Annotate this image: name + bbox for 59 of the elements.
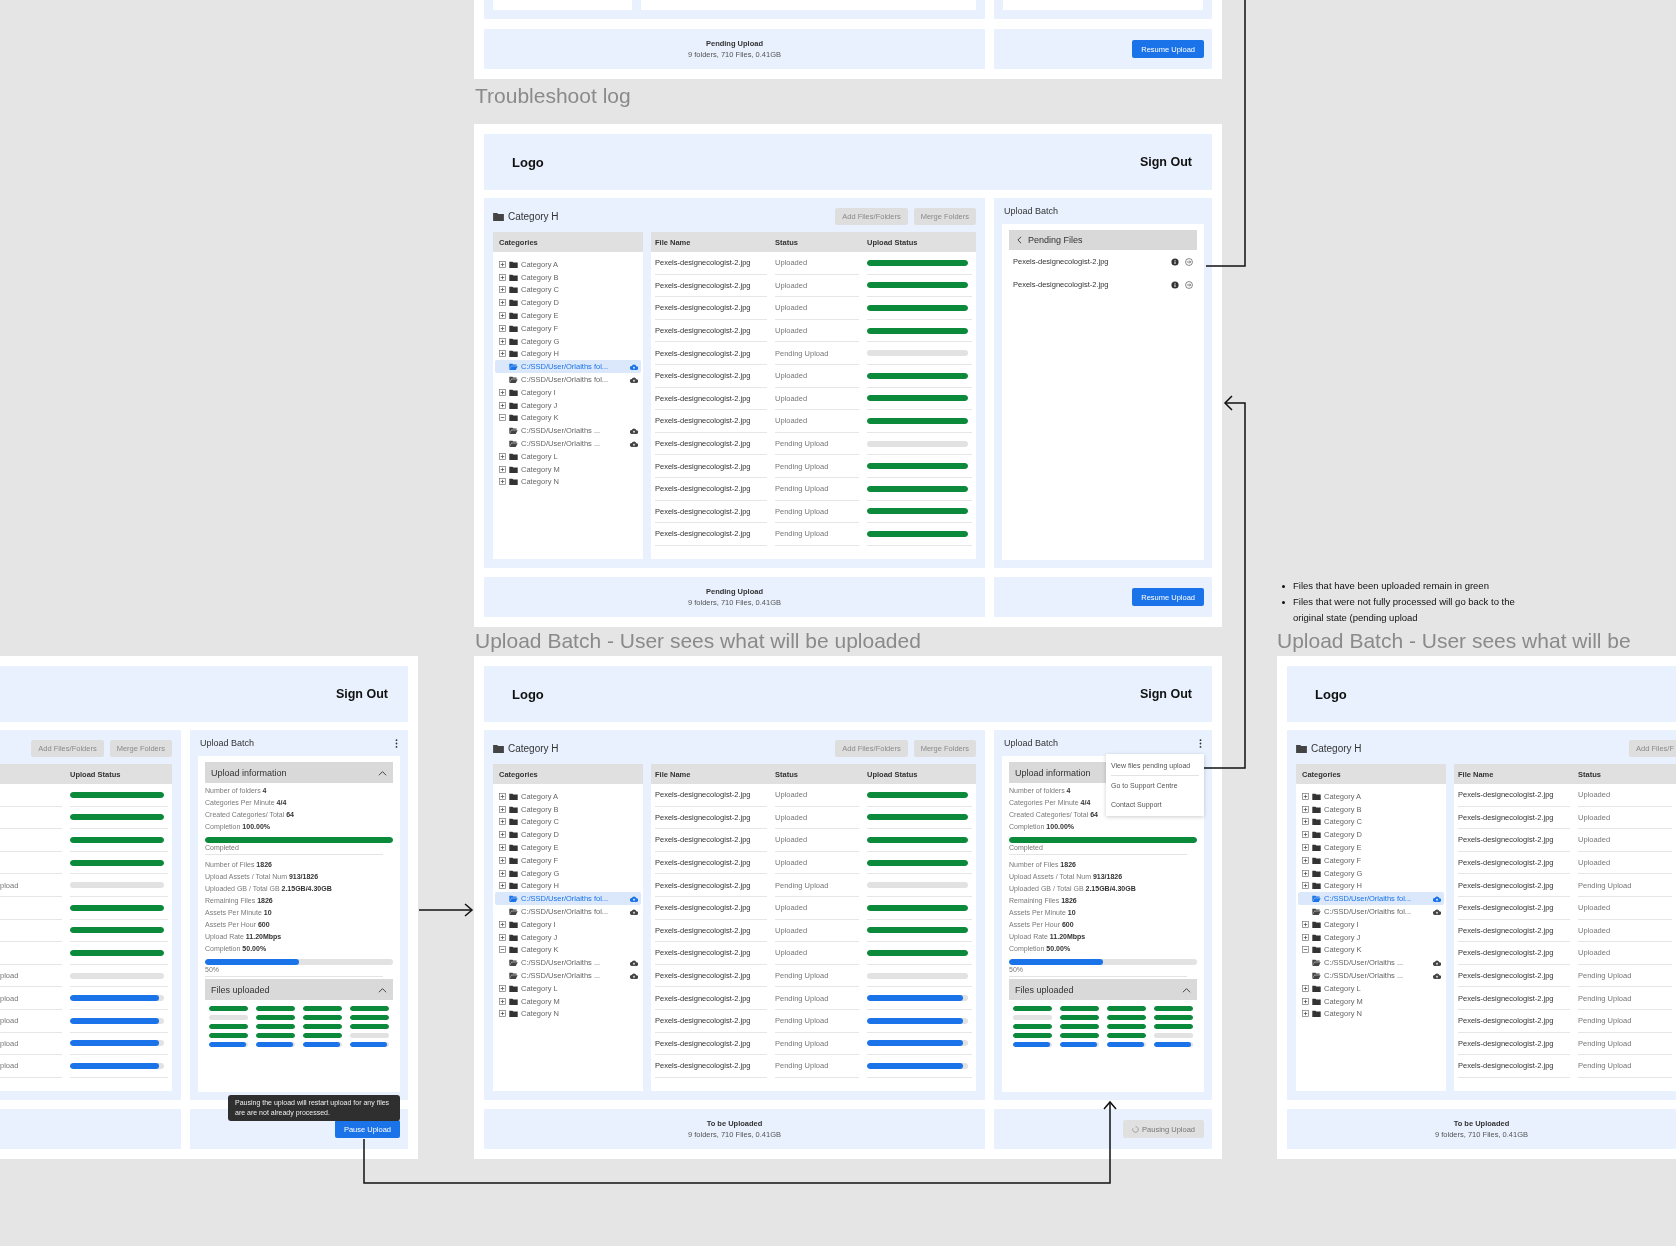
category-title: Category H [508,742,559,754]
sign-out-link[interactable]: Sign Out [1139,155,1192,169]
cloud-upload-icon [630,908,638,915]
open-folder-icon [509,972,518,980]
open-folder-icon [509,363,518,371]
category-title: Category H [1311,742,1362,754]
info-icon[interactable] [1171,280,1179,289]
category-title: Category H [508,210,559,222]
cloud-upload-icon [1433,959,1441,966]
section-title: Troubleshoot log [475,84,631,108]
open-folder-icon [1312,895,1321,903]
open-folder-icon [1312,959,1321,967]
sign-out-link[interactable]: Sign Out [1139,687,1192,701]
note-text: Files that have been uploaded remain in green [1293,579,1489,593]
section-title: Upload Batch - User sees what will be [1277,629,1631,653]
cloud-upload-icon [1433,895,1441,902]
section-title: Upload Batch - User sees what will be uploaded [475,629,921,653]
info-icon[interactable] [1171,257,1179,266]
panel-title: Upload Batch [200,738,255,748]
cloud-upload-icon [630,895,638,902]
section-toggle[interactable]: Files uploaded [1009,979,1197,1000]
arrow-circle-icon[interactable] [1185,280,1193,289]
cloud-upload-icon [630,440,638,447]
cloud-upload-icon [630,363,638,370]
spinner-icon [1132,1125,1140,1133]
folder-icon [493,743,504,753]
panel-title: Upload Batch [1004,206,1059,216]
bullet-dot [1282,585,1285,588]
bullet-dot [1282,601,1285,604]
panel-title: Upload Batch [1004,738,1059,748]
section-toggle[interactable]: Files uploaded [205,979,393,1000]
cloud-upload-icon [1433,908,1441,915]
cloud-upload-icon [630,972,638,979]
more-icon[interactable] [1199,738,1202,748]
cloud-upload-icon [630,376,638,383]
open-folder-icon [509,895,518,903]
logo-text: Logo [512,686,544,702]
more-icon[interactable] [395,738,398,748]
logo-text: Logo [512,154,544,170]
open-folder-icon [509,427,518,435]
note-text: Files that were not fully processed will go back to the original state (pending upload [1293,595,1516,625]
section-toggle[interactable]: Upload information [205,762,393,783]
sign-out-link[interactable]: Sign Out [335,687,388,701]
open-folder-icon [509,376,518,384]
cloud-upload-icon [1433,972,1441,979]
back-button[interactable]: Pending Files [1009,230,1197,250]
chevron-left-icon [1017,236,1022,244]
open-folder-icon [509,959,518,967]
arrow-circle-icon[interactable] [1185,257,1193,266]
open-folder-icon [1312,972,1321,980]
open-folder-icon [509,440,518,448]
cloud-upload-icon [630,959,638,966]
open-folder-icon [509,908,518,916]
logo-text: Logo [1315,686,1347,702]
cloud-upload-icon [630,427,638,434]
folder-icon [1296,743,1307,753]
folder-icon [493,211,504,221]
connector-arrow [418,903,474,917]
open-folder-icon [1312,908,1321,916]
